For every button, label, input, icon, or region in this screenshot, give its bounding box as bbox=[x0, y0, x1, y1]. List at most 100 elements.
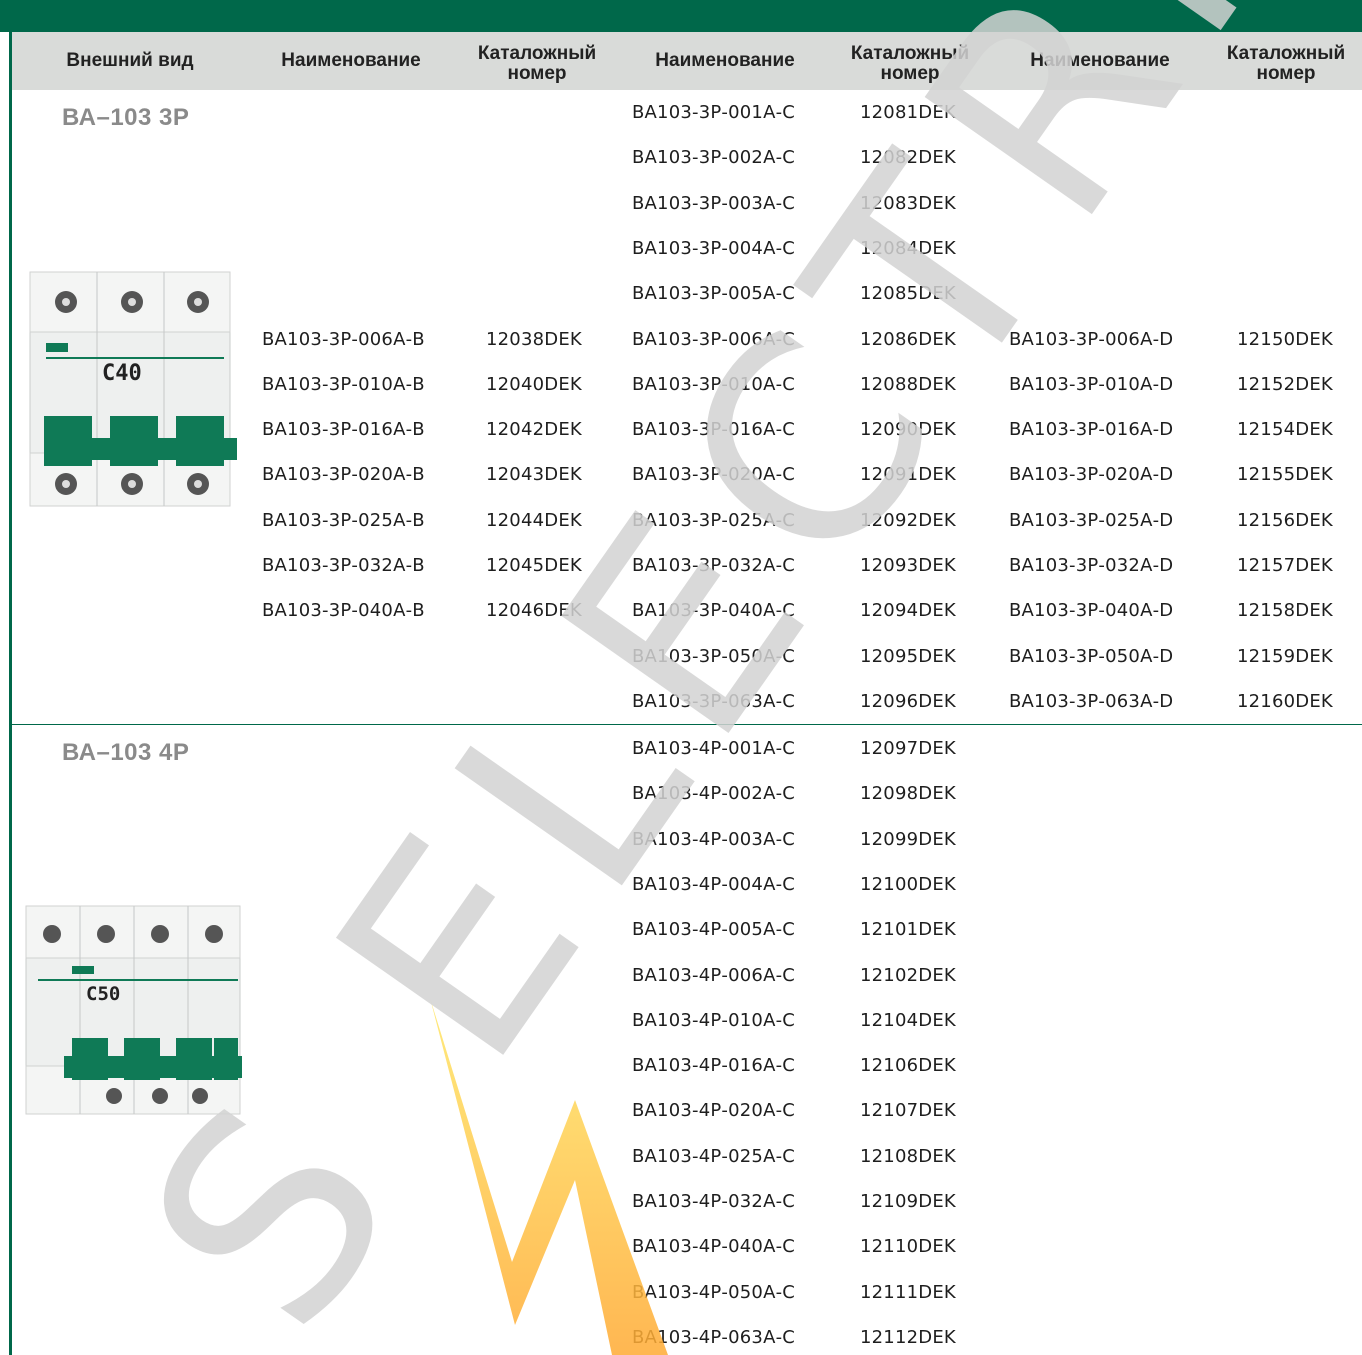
cell-catalog-d: 12159DEK bbox=[1237, 645, 1333, 667]
cell-catalog-c: 12109DEK bbox=[860, 1191, 956, 1212]
cell-catalog-c: 12081DEK bbox=[860, 102, 956, 123]
cell-name-c: ВА103-3Р-002А-С bbox=[632, 147, 796, 169]
cell-catalog-c: 12096DEK bbox=[860, 690, 956, 712]
cell-name-c: ВА103-3Р-004А-С bbox=[632, 237, 796, 259]
cell-name-c: ВА103-4Р-003А-С bbox=[632, 828, 796, 850]
section-title-4p: ВА–103 4P bbox=[62, 739, 190, 766]
cell-catalog-d: 12156DEK bbox=[1237, 509, 1333, 531]
cell-name-d: ВА103-3Р-020А-D bbox=[1009, 464, 1174, 486]
cell-name-c: ВА103-3Р-063А-С bbox=[632, 690, 796, 712]
cell-name-c: ВА103-3Р-050А-С bbox=[632, 645, 796, 667]
cell-catalog-c: 12082DEK bbox=[860, 147, 956, 169]
cell-name-c: ВА103-4Р-020А-С bbox=[632, 1100, 796, 1122]
cell-name-c: ВА103-3Р-006А-С bbox=[632, 328, 796, 350]
section-title-3p: ВА–103 3P bbox=[62, 104, 190, 131]
cell-name-b: ВА103-3Р-006А-В bbox=[262, 328, 425, 350]
cell-name-b: ВА103-3Р-040А-В bbox=[262, 600, 425, 622]
top-brand-bar bbox=[0, 0, 1362, 32]
cell-name-c: ВА103-3Р-032А-С bbox=[632, 555, 796, 576]
cell-catalog-b: 12038DEK bbox=[486, 328, 582, 350]
cell-catalog-d: 12150DEK bbox=[1237, 328, 1333, 350]
breaker-3p-rating-label: C40 bbox=[102, 361, 142, 386]
cell-catalog-d: 12160DEK bbox=[1237, 690, 1333, 712]
cell-catalog-c: 12107DEK bbox=[860, 1100, 956, 1122]
cell-name-c: ВА103-3Р-010А-С bbox=[632, 373, 796, 395]
cell-name-c: ВА103-3Р-001А-С bbox=[632, 102, 796, 123]
cell-name-c: ВА103-4Р-005А-С bbox=[632, 919, 796, 941]
header-name-c: Наименование bbox=[655, 50, 795, 71]
cell-name-d: ВА103-3Р-050А-D bbox=[1009, 645, 1174, 667]
header-appearance: Внешний вид bbox=[66, 50, 194, 71]
cell-name-c: ВА103-4Р-063А-С bbox=[632, 1326, 796, 1348]
cell-name-c: ВА103-3Р-020А-С bbox=[632, 464, 796, 486]
cell-catalog-d: 12158DEK bbox=[1237, 600, 1333, 622]
cell-name-b: ВА103-3Р-010А-В bbox=[262, 373, 425, 395]
cell-name-c: ВА103-4Р-006А-С bbox=[632, 964, 796, 986]
section-divider bbox=[12, 724, 1362, 725]
breaker-4p-image: C50 bbox=[25, 905, 242, 1115]
cell-name-d: ВА103-3Р-063А-D bbox=[1009, 690, 1174, 712]
cell-name-d: ВА103-3Р-016А-D bbox=[1009, 419, 1174, 441]
cell-name-c: ВА103-4Р-002А-С bbox=[632, 783, 796, 805]
cell-catalog-c: 12083DEK bbox=[860, 192, 956, 214]
cell-catalog-c: 12094DEK bbox=[860, 600, 956, 622]
header-catalog-b: Каталожный номер bbox=[477, 43, 597, 84]
cell-catalog-c: 12099DEK bbox=[860, 828, 956, 850]
cell-catalog-c: 12091DEK bbox=[860, 464, 956, 486]
cell-name-b: ВА103-3Р-020А-В bbox=[262, 464, 425, 486]
cell-name-c: ВА103-4Р-010А-С bbox=[632, 1009, 796, 1031]
cell-name-b: ВА103-3Р-016А-В bbox=[262, 419, 425, 441]
cell-catalog-c: 12086DEK bbox=[860, 328, 956, 350]
cell-name-d: ВА103-3Р-032А-D bbox=[1009, 555, 1174, 576]
cell-name-d: ВА103-3Р-006А-D bbox=[1009, 328, 1174, 350]
cell-name-c: ВА103-4Р-004А-С bbox=[632, 873, 796, 895]
cell-catalog-c: 12088DEK bbox=[860, 373, 956, 395]
cell-catalog-b: 12042DEK bbox=[486, 419, 582, 441]
cell-catalog-c: 12110DEK bbox=[860, 1236, 956, 1258]
cell-catalog-c: 12106DEK bbox=[860, 1055, 956, 1077]
cell-catalog-c: 12085DEK bbox=[860, 283, 956, 305]
cell-catalog-d: 12155DEK bbox=[1237, 464, 1333, 486]
cell-catalog-d: 12152DEK bbox=[1237, 373, 1333, 395]
cell-catalog-b: 12045DEK bbox=[486, 555, 582, 576]
cell-name-d: ВА103-3Р-010А-D bbox=[1009, 373, 1174, 395]
left-brand-bar bbox=[9, 32, 12, 1355]
cell-catalog-c: 12100DEK bbox=[860, 873, 956, 895]
cell-catalog-b: 12040DEK bbox=[486, 373, 582, 395]
cell-name-c: ВА103-4Р-001А-С bbox=[632, 738, 796, 759]
cell-catalog-c: 12097DEK bbox=[860, 738, 956, 759]
cell-catalog-c: 12108DEK bbox=[860, 1145, 956, 1167]
cell-catalog-b: 12046DEK bbox=[486, 600, 582, 622]
header-catalog-d: Каталожный номер bbox=[1226, 43, 1346, 84]
breaker-4p-rating-label: C50 bbox=[86, 983, 120, 1005]
cell-name-b: ВА103-3Р-032А-В bbox=[262, 555, 425, 576]
breaker-3p-image: C40 bbox=[29, 271, 237, 507]
cell-name-c: ВА103-3Р-003А-С bbox=[632, 192, 796, 214]
cell-catalog-c: 12111DEK bbox=[860, 1281, 956, 1303]
cell-catalog-c: 12104DEK bbox=[860, 1009, 956, 1031]
header-catalog-c: Каталожный номер bbox=[850, 43, 970, 84]
cell-name-c: ВА103-4Р-040А-С bbox=[632, 1236, 796, 1258]
cell-name-c: ВА103-3Р-025А-С bbox=[632, 509, 796, 531]
cell-catalog-c: 12093DEK bbox=[860, 555, 956, 576]
cell-name-c: ВА103-4Р-032А-С bbox=[632, 1191, 796, 1212]
cell-catalog-c: 12101DEK bbox=[860, 919, 956, 941]
cell-catalog-c: 12102DEK bbox=[860, 964, 956, 986]
header-name-b: Наименование bbox=[281, 50, 421, 71]
cell-name-b: ВА103-3Р-025А-В bbox=[262, 509, 425, 531]
cell-catalog-d: 12157DEK bbox=[1237, 555, 1333, 576]
cell-catalog-d: 12154DEK bbox=[1237, 419, 1333, 441]
cell-name-c: ВА103-3Р-005А-С bbox=[632, 283, 796, 305]
cell-catalog-c: 12084DEK bbox=[860, 237, 956, 259]
cell-name-c: ВА103-3Р-040А-С bbox=[632, 600, 796, 622]
cell-catalog-c: 12090DEK bbox=[860, 419, 956, 441]
cell-name-d: ВА103-3Р-025А-D bbox=[1009, 509, 1174, 531]
cell-catalog-c: 12095DEK bbox=[860, 645, 956, 667]
cell-name-c: ВА103-3Р-016А-С bbox=[632, 419, 796, 441]
header-name-d: Наименование bbox=[1030, 50, 1170, 71]
cell-name-d: ВА103-3Р-040А-D bbox=[1009, 600, 1174, 622]
cell-catalog-c: 12112DEK bbox=[860, 1326, 956, 1348]
table-header: Внешний вид Наименование Каталожный номе… bbox=[12, 32, 1362, 90]
cell-name-c: ВА103-4Р-025А-С bbox=[632, 1145, 796, 1167]
cell-catalog-c: 12098DEK bbox=[860, 783, 956, 805]
